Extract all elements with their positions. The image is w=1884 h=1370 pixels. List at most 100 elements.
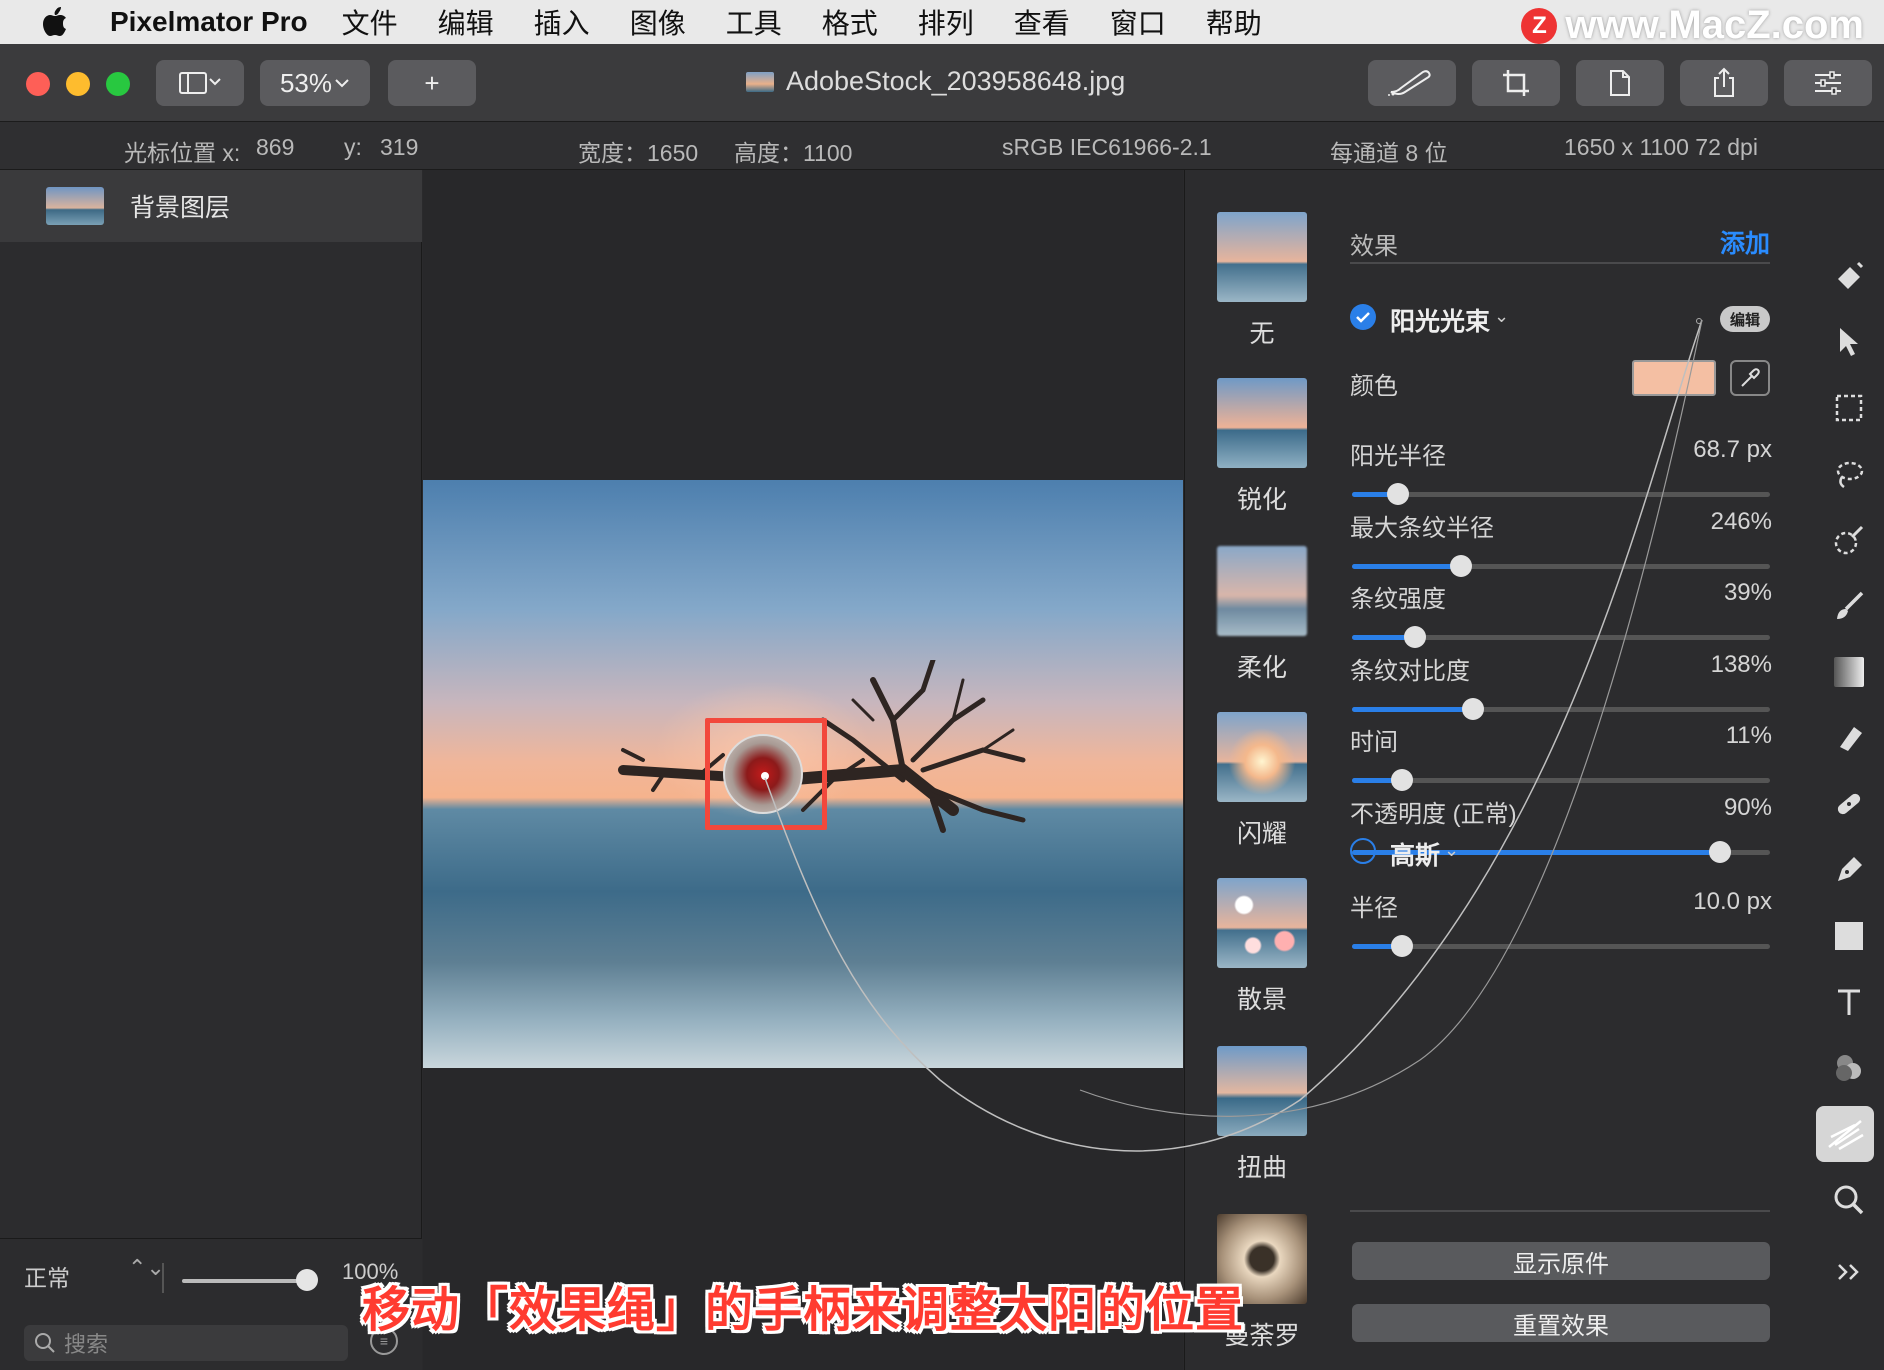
preset-thumbnail [1217,546,1307,636]
sunbeams-param-value[interactable]: 11% [1726,722,1772,750]
rectangular-select-tool[interactable] [1814,380,1884,436]
menu-help[interactable]: 帮助 [1206,2,1262,42]
lasso-tool[interactable] [1814,446,1884,502]
slider-knob[interactable] [1391,769,1414,791]
add-effect-button[interactable]: 添加 [1720,224,1770,260]
slider-knob[interactable] [1449,554,1472,577]
arrange-tool[interactable] [1814,314,1884,370]
preset-sharpen[interactable]: 锐化 [1217,378,1307,516]
preset-soften[interactable]: 柔化 [1217,546,1307,684]
cursor-y-label: y: [344,134,362,160]
blend-mode-label[interactable]: 正常 [24,1259,70,1293]
paint-tool[interactable] [1814,578,1884,634]
sunbeams-param-value[interactable]: 39% [1724,579,1772,607]
effect-presets-column: 无 锐化 柔化 闪耀 散景 扭曲 曼荼罗 [1184,170,1334,1370]
slider-knob[interactable] [1403,626,1426,648]
layer-opacity-knob[interactable] [296,1269,318,1291]
slider-knob[interactable] [1386,483,1409,505]
minimize-window-button[interactable] [66,72,90,96]
menu-insert[interactable]: 插入 [534,2,590,42]
zoom-dropdown[interactable]: 53% [260,60,370,106]
sunbeams-effect-name[interactable]: 阳光光束 [1390,302,1490,338]
plus-icon: + [424,67,440,98]
slider-knob[interactable] [1708,840,1731,863]
layer-opacity-slider[interactable] [182,1279,312,1283]
markup-button[interactable] [1368,60,1456,106]
format-button[interactable] [1576,60,1664,106]
preset-thumbnail [1217,878,1307,968]
more-tools-button[interactable] [1814,1244,1884,1300]
add-button[interactable]: + [388,60,476,106]
sunbeams-param-slider[interactable] [1352,769,1770,791]
menu-view[interactable]: 查看 [1014,2,1070,42]
sunbeams-param-value[interactable]: 138% [1711,651,1772,679]
document-image[interactable] [423,480,1183,1068]
layer-thumbnail [46,187,104,225]
gradient-tool[interactable] [1814,644,1884,700]
menu-tools[interactable]: 工具 [726,2,782,42]
zoom-window-button[interactable] [106,72,130,96]
square-shape-icon [1835,922,1863,950]
sunbeams-param-label: 条纹强度 [1350,586,1446,613]
menu-arrange[interactable]: 排列 [918,2,974,42]
shape-tool[interactable] [1814,908,1884,964]
gaussian-enabled-checkbox[interactable] [1350,838,1376,864]
layer-row[interactable]: 背景图层 [0,170,422,242]
show-original-button[interactable]: 显示原件 [1352,1242,1770,1280]
preset-shine[interactable]: 闪耀 [1217,712,1307,850]
slider-knob[interactable] [1462,697,1485,720]
rope-anchor-dot[interactable] [1696,318,1702,324]
slider-fill [1352,563,1461,569]
up-down-chevron-icon[interactable]: ⌃⌄ [128,1255,165,1281]
sunbeams-param-slider[interactable] [1352,626,1770,648]
gaussian-param-value[interactable]: 10.0 px [1693,888,1772,916]
sunbeams-param-slider[interactable] [1352,554,1770,577]
chevron-down-icon[interactable]: ⌄ [1494,306,1509,327]
gaussian-effect-name[interactable]: 高斯 [1390,836,1440,872]
menu-edit[interactable]: 编辑 [438,2,494,42]
bandage-icon [1837,793,1861,815]
gaussian-param-slider[interactable] [1352,935,1770,957]
preset-distort[interactable]: 扭曲 [1217,1046,1307,1184]
sunbeams-param-value[interactable]: 68.7 px [1693,436,1772,464]
apple-menu-icon[interactable] [0,7,110,37]
effects-tool[interactable] [1816,1106,1874,1162]
brush-stroke-icon [1388,70,1431,96]
preset-none[interactable]: 无 [1217,212,1307,350]
sunbeams-param-value[interactable]: 90% [1724,794,1772,822]
repair-tool[interactable] [1814,776,1884,832]
menu-file[interactable]: 文件 [342,2,398,42]
sunbeams-enabled-checkbox[interactable] [1350,304,1376,330]
sidebar-toggle-button[interactable] [156,60,244,106]
layers-search-field[interactable]: 搜索 [24,1325,348,1361]
preset-thumbnail [1217,712,1307,802]
quick-selection-tool[interactable] [1814,512,1884,568]
app-name-menu[interactable]: Pixelmator Pro [110,6,308,38]
erase-tool[interactable] [1814,710,1884,766]
edit-effect-button[interactable]: 编辑 [1720,306,1770,332]
eyedropper-button[interactable] [1730,360,1770,396]
sunbeams-param-label: 阳光半径 [1350,443,1446,470]
sunbeams-param-slider[interactable] [1352,697,1770,720]
share-button[interactable] [1680,60,1768,106]
menu-window[interactable]: 窗口 [1110,2,1166,42]
type-tool[interactable] [1814,974,1884,1030]
sunbeams-param-value[interactable]: 246% [1711,508,1772,536]
pen-tool[interactable] [1814,842,1884,898]
reset-effects-button[interactable]: 重置效果 [1352,1304,1770,1342]
crop-button[interactable] [1472,60,1560,106]
zoom-tool[interactable] [1814,1172,1884,1228]
menu-image[interactable]: 图像 [630,2,686,42]
slider-knob[interactable] [1391,935,1414,957]
menu-format[interactable]: 格式 [822,2,878,42]
paint-bucket-tool[interactable] [1814,248,1884,304]
preset-bokeh[interactable]: 散景 [1217,878,1307,1016]
sunbeams-param-label: 时间 [1350,729,1398,756]
adjustments-button[interactable] [1784,60,1872,106]
lasso-icon [1836,461,1864,489]
color-swatch[interactable] [1632,360,1716,396]
color-adjust-tool[interactable] [1814,1040,1884,1096]
close-window-button[interactable] [26,72,50,96]
chevron-down-icon[interactable]: ⌄ [1444,840,1459,861]
sunbeams-param-slider[interactable] [1352,483,1770,505]
